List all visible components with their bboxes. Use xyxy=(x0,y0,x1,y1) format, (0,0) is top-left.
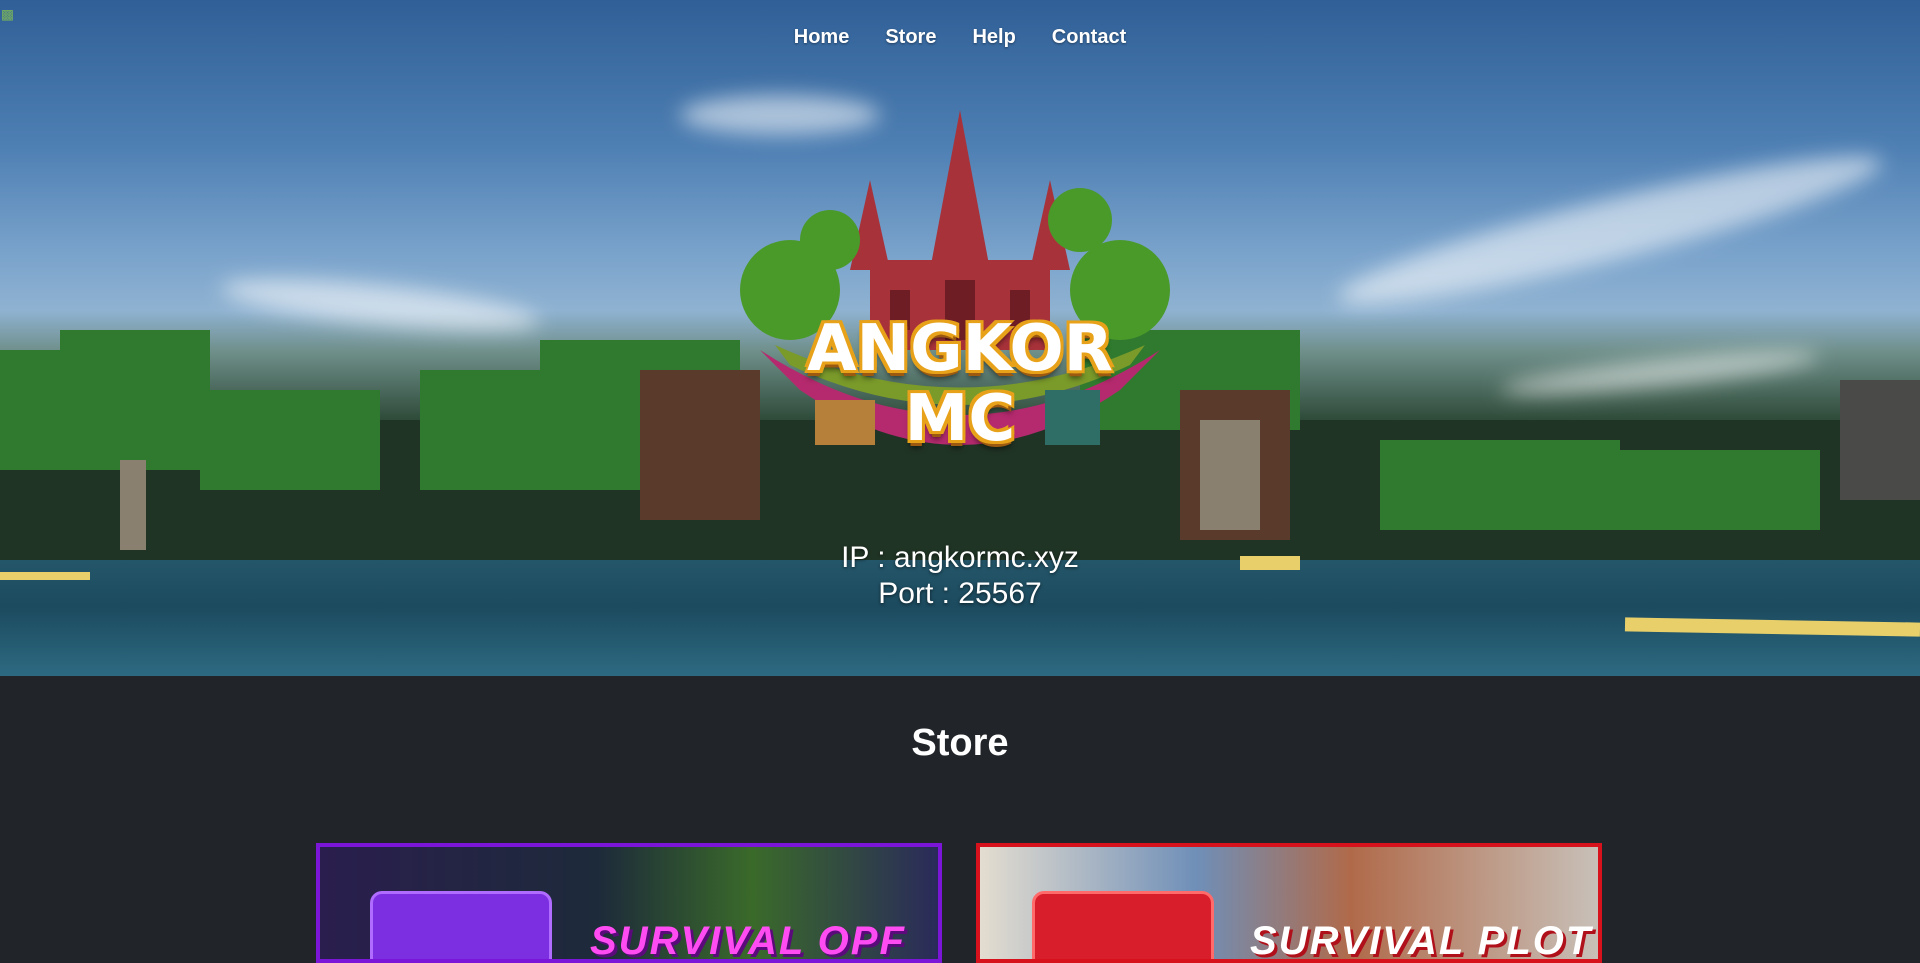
store-card-survival-plot[interactable]: SURVIVAL PLOT xyxy=(976,843,1602,963)
server-ip: IP : angkormc.xyz xyxy=(841,541,1079,574)
logo-line-1: ANGKOR xyxy=(806,312,1114,386)
main-nav: Home Store Help Contact xyxy=(0,26,1920,49)
store-card-survival-opf[interactable]: SURVIVAL OPF xyxy=(316,843,942,963)
card-label: SURVIVAL OPF xyxy=(590,919,906,963)
corner-icon: ▩ xyxy=(2,4,13,25)
nav-store[interactable]: Store xyxy=(885,26,936,49)
store-heading: Store xyxy=(911,722,1009,764)
angkor-mc-logo: ANGKOR MC xyxy=(720,100,1200,500)
cloud xyxy=(1331,133,1889,327)
nav-contact[interactable]: Contact xyxy=(1052,26,1126,49)
server-port: Port : 25567 xyxy=(878,577,1042,610)
card-label: SURVIVAL PLOT xyxy=(1250,919,1593,963)
rank-badge xyxy=(370,891,552,959)
hero-banner: ▩ Home Store Help Contact ANGKOR MC IP:… xyxy=(0,0,1920,676)
rank-badge xyxy=(1032,891,1214,959)
server-info: IP : angkormc.xyz Port : 25567 xyxy=(0,540,1920,612)
nav-help[interactable]: Help xyxy=(972,26,1015,49)
nav-home[interactable]: Home xyxy=(794,26,850,49)
logo-line-2: MC xyxy=(904,382,1016,456)
